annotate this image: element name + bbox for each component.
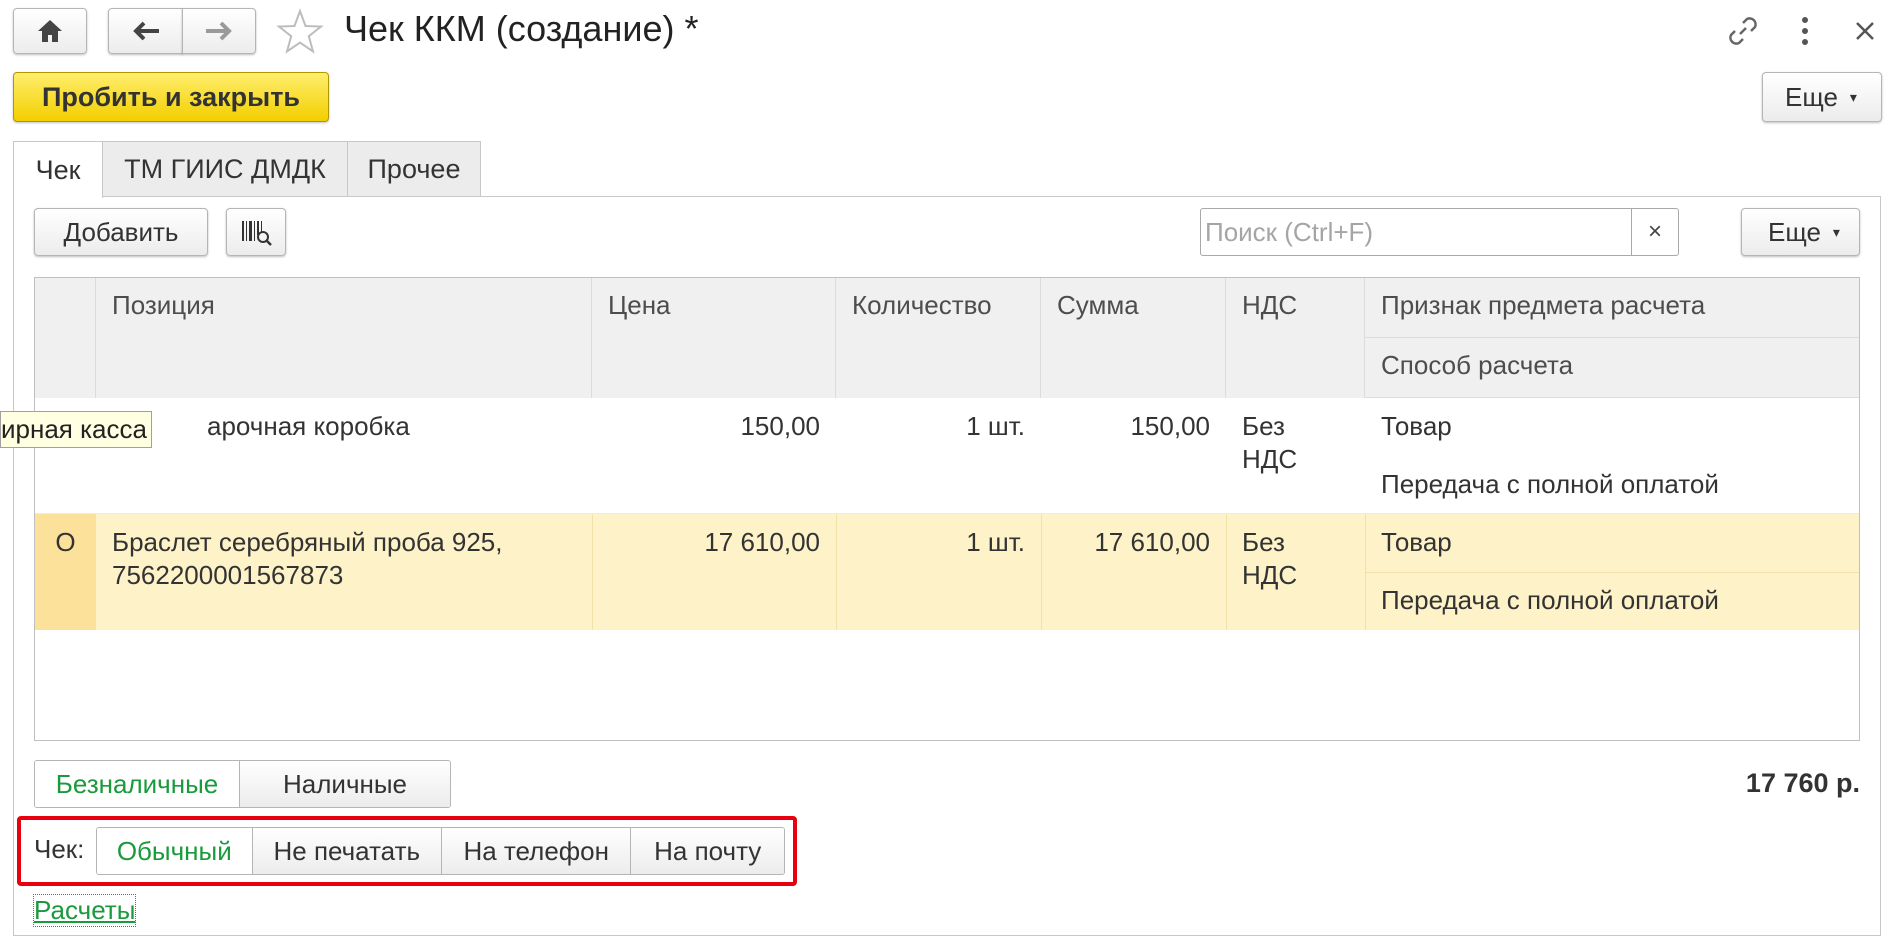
row-marker: [35, 398, 96, 410]
row-marker: О: [55, 527, 76, 557]
receipt-option-phone[interactable]: На телефон: [442, 828, 632, 874]
receipt-mode-label: Чек:: [34, 834, 85, 864]
column-header-position[interactable]: Позиция: [96, 278, 592, 398]
form-more-button[interactable]: Еще ▾: [1762, 72, 1882, 122]
list-more-label: Еще: [1768, 216, 1821, 247]
table-row-selected[interactable]: О Браслет серебряный проба 925, 75622000…: [35, 514, 1859, 630]
clear-icon: ×: [1647, 218, 1662, 245]
search-input[interactable]: [1201, 209, 1639, 255]
arrow-right-icon: [206, 21, 232, 41]
more-vertical-icon[interactable]: [1790, 12, 1820, 50]
tab-other-label: Прочее: [367, 154, 461, 184]
row-price: 17 610,00: [704, 527, 820, 557]
search-field[interactable]: ×: [1200, 208, 1679, 256]
payment-option-cash[interactable]: Наличные: [240, 761, 450, 807]
payment-type-switch[interactable]: Безналичные Наличные: [34, 760, 451, 808]
link-icon[interactable]: [1724, 12, 1762, 50]
chevron-down-icon: ▾: [1849, 88, 1857, 105]
receipt-option-regular[interactable]: Обычный: [97, 828, 253, 874]
row-attribute: Товар: [1381, 527, 1452, 557]
row-price: 150,00: [740, 411, 820, 441]
column-separator: [836, 514, 837, 630]
column-header-method[interactable]: Способ расчета: [1365, 338, 1859, 398]
row-attribute: Товар: [1381, 411, 1452, 441]
row-sum: 150,00: [1130, 411, 1210, 441]
tab-tm-giis-dmdk-label: ТМ ГИИС ДМДК: [124, 154, 326, 184]
forward-button[interactable]: [182, 8, 256, 54]
row-sum: 17 610,00: [1094, 527, 1210, 557]
receipt-option-no-print[interactable]: Не печатать: [252, 828, 442, 874]
chevron-down-icon: ▾: [1832, 223, 1840, 240]
back-button[interactable]: [108, 8, 183, 54]
payment-option-cashless[interactable]: Безналичные: [35, 761, 241, 807]
home-button[interactable]: [13, 8, 87, 54]
row-quantity: 1 шт.: [966, 527, 1025, 557]
page-title: Чек ККМ (создание) *: [344, 8, 699, 49]
column-header-sum[interactable]: Сумма: [1041, 278, 1226, 398]
row-vat: Без НДС: [1242, 527, 1298, 590]
receipt-mode-switch[interactable]: Обычный Не печатать На телефон На почту: [96, 827, 785, 875]
row-method: Передача с полной оплатой: [1381, 585, 1719, 615]
row-vat: Без НДС: [1242, 411, 1298, 474]
barcode-icon: [242, 221, 272, 246]
post-and-close-button[interactable]: Пробить и закрыть: [13, 72, 329, 122]
receipt-option-email[interactable]: На почту: [631, 828, 784, 874]
column-separator: [592, 514, 593, 630]
table-row[interactable]: арочная коробка 150,00 1 шт. 150,00 Без …: [35, 398, 1859, 514]
tab-tm-giis-dmdk[interactable]: ТМ ГИИС ДМДК: [102, 141, 348, 197]
column-separator: [1226, 514, 1227, 630]
tooltip: ирная касса: [0, 411, 152, 448]
row-quantity: 1 шт.: [966, 411, 1025, 441]
row-method: Передача с полной оплатой: [1381, 469, 1719, 499]
tab-receipt[interactable]: Чек: [13, 141, 103, 198]
clear-search-button[interactable]: ×: [1631, 209, 1678, 255]
column-header-marker: [35, 278, 96, 398]
tab-other[interactable]: Прочее: [347, 141, 481, 197]
form-more-label: Еще: [1785, 81, 1838, 112]
tab-receipt-label: Чек: [35, 154, 81, 185]
list-more-button[interactable]: Еще ▾: [1741, 208, 1860, 256]
column-header-price[interactable]: Цена: [592, 278, 836, 398]
favorite-star-icon[interactable]: [276, 8, 324, 56]
column-header-attribute[interactable]: Признак предмета расчета: [1365, 278, 1859, 338]
receipt-items-table[interactable]: Позиция Цена Количество Сумма НДС Призна…: [34, 277, 1860, 741]
close-icon[interactable]: [1848, 14, 1882, 48]
add-button[interactable]: Добавить: [34, 208, 208, 256]
column-header-quantity[interactable]: Количество: [836, 278, 1041, 398]
barcode-search-button[interactable]: [226, 208, 286, 256]
column-header-vat[interactable]: НДС: [1226, 278, 1365, 398]
total-amount: 17 760 р.: [1745, 768, 1860, 798]
row-position: Браслет серебряный проба 925, 7562200001…: [112, 527, 503, 590]
calculations-link[interactable]: Расчеты: [32, 894, 137, 927]
row-position: арочная коробка: [207, 411, 410, 441]
arrow-left-icon: [132, 21, 159, 41]
home-icon: [38, 20, 62, 42]
column-separator: [1041, 514, 1042, 630]
column-separator: [1365, 514, 1366, 630]
